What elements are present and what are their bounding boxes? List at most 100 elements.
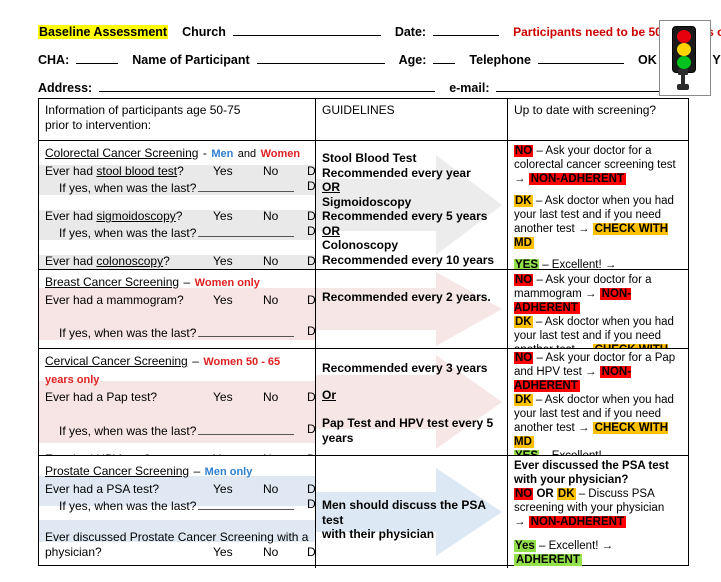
answer-yes[interactable]: Yes <box>213 164 233 179</box>
answer-no[interactable]: No <box>263 482 278 497</box>
section-breast-guidelines: Recommended every 2 years. <box>316 270 508 348</box>
followup-text: If yes, when was the last? <box>59 226 197 240</box>
answer-yes[interactable]: Yes <box>213 452 233 455</box>
section-dash: – <box>193 464 201 478</box>
audience-men: Men <box>211 148 234 160</box>
followup-date-input[interactable] <box>198 324 295 337</box>
answer-dk[interactable]: DK <box>307 293 315 308</box>
answer-yes[interactable]: Yes <box>213 545 233 560</box>
answer-yes[interactable]: Yes <box>213 293 233 308</box>
answer-dk[interactable]: DK <box>307 452 315 455</box>
advice-yes-colorectal: YES – Excellent! → ADHERENT <box>514 258 682 269</box>
traffic-light-yellow-lamp <box>677 43 691 56</box>
question-text-suffix: ? <box>163 254 170 268</box>
status-badge-yes: YES <box>514 450 540 455</box>
table-header-row: Information of participants age 50-75 pr… <box>39 99 688 141</box>
section-cervical-guidelines: Recommended every 3 years Or Pap Test an… <box>316 349 508 455</box>
answer-no[interactable]: No <box>263 209 278 224</box>
answer-no[interactable]: No <box>263 164 278 179</box>
cha-input[interactable] <box>76 50 119 64</box>
answer-no[interactable]: No <box>263 452 278 455</box>
answer-dk[interactable]: DK <box>307 254 315 269</box>
question-pap-test: Ever had a Pap test? Yes No DK <box>45 390 315 405</box>
answer-dk[interactable]: DK <box>307 422 315 437</box>
table-row: Cervical Cancer Screening – Women 50 - 6… <box>39 349 688 456</box>
question-text-suffix: ? <box>177 164 184 178</box>
header-row-1: Baseline Assessment Church Date: Partici… <box>38 22 721 39</box>
answer-dk[interactable]: DK <box>307 179 315 194</box>
advice-heading-line: with your physician? <box>514 474 629 486</box>
question-sigmoidoscopy: Ever had sigmoidoscopy? Yes No DK <box>45 209 315 224</box>
arrow-icon: → <box>577 223 593 235</box>
followup-psa-test: If yes, when was the last? DK <box>45 497 315 514</box>
answer-dk[interactable]: DK <box>307 545 315 560</box>
date-input[interactable] <box>433 22 500 36</box>
answer-no[interactable]: No <box>263 254 278 269</box>
followup-date-input[interactable] <box>198 422 295 435</box>
guideline-line: Men should discuss the PSA test <box>322 498 486 527</box>
answer-no[interactable]: No <box>263 545 278 560</box>
column-header-information-line1: Information of participants age 50-75 <box>45 103 241 117</box>
audience-women-only: Women only <box>194 277 260 289</box>
followup-date-input[interactable] <box>198 224 295 237</box>
question-discussed-prostate-line1: Ever discussed Prostate Cancer Screening… <box>45 530 309 545</box>
followup-text: If yes, when was the last? <box>59 326 197 340</box>
arrow-icon: → <box>584 366 600 378</box>
audience-men-only: Men only <box>204 466 253 478</box>
question-colonoscopy: Ever had colonoscopy? Yes No DK <box>45 254 315 269</box>
cha-label: CHA: <box>38 53 70 67</box>
answer-dk[interactable]: DK <box>307 224 315 239</box>
answer-dk[interactable]: DK <box>307 164 315 179</box>
answer-no[interactable]: No <box>263 390 278 405</box>
status-badge-dk: DK <box>514 316 533 328</box>
answer-dk[interactable]: DK <box>307 324 315 339</box>
column-header-guidelines: GUIDELINES <box>316 99 508 140</box>
status-badge-no: NO <box>514 145 534 157</box>
column-header-uptodate: Up to date with screening? <box>508 99 688 140</box>
answer-yes[interactable]: Yes <box>213 482 233 497</box>
column-header-information-line2: prior to intervention: <box>45 118 152 132</box>
answer-yes[interactable]: Yes <box>213 209 233 224</box>
question-mammogram: Ever had a mammogram? Yes No DK <box>45 293 315 308</box>
traffic-light-base <box>677 84 689 90</box>
telephone-input[interactable] <box>538 50 625 64</box>
answer-dk[interactable]: DK <box>307 209 315 224</box>
guideline-line: with their physician <box>322 527 435 541</box>
participant-name-input[interactable] <box>256 50 385 64</box>
traffic-light-red-lamp <box>677 30 691 43</box>
email-input[interactable] <box>496 78 665 92</box>
answer-dk[interactable]: DK <box>307 497 315 512</box>
answer-dk[interactable]: DK <box>307 390 315 405</box>
answer-yes[interactable]: Yes <box>213 254 233 269</box>
question-text: Ever had <box>45 254 97 268</box>
arrow-icon: → <box>578 344 593 348</box>
status-badge-no: NO <box>514 274 534 286</box>
answer-no[interactable]: No <box>263 293 278 308</box>
followup-date-input[interactable] <box>198 497 295 510</box>
age-input[interactable] <box>433 50 456 64</box>
screening-table: Information of participants age 50-75 pr… <box>38 98 689 568</box>
arrow-icon: → <box>601 540 614 552</box>
question-psa-test: Ever had a PSA test? Yes No DK <box>45 482 315 497</box>
followup-date-input[interactable] <box>198 179 295 192</box>
status-badge-no: NO <box>514 488 534 500</box>
section-cervical-advice: NO – Ask your doctor for a Pap and HPV t… <box>508 349 688 455</box>
header-row-2: CHA: Name of Participant Age: Telephone … <box>38 50 721 67</box>
status-badge-dk: DK <box>556 488 576 500</box>
status-badge-non-adherent: NON-ADHERENT <box>528 516 626 528</box>
ok-to-text-yes-option[interactable]: YES <box>712 53 721 67</box>
address-input[interactable] <box>99 78 436 92</box>
question-text-suffix: ? <box>175 209 183 223</box>
date-label: Date: <box>394 25 427 39</box>
answer-yes[interactable]: Yes <box>213 390 233 405</box>
answer-dk[interactable]: DK <box>307 482 315 497</box>
status-badge-adherent: ADHERENT <box>514 554 582 566</box>
advice-text: – Ask your doctor for a colorectal cance… <box>514 145 676 171</box>
status-badge-dk: DK <box>514 195 533 207</box>
followup-mammogram: If yes, when was the last? DK <box>45 324 315 341</box>
church-input[interactable] <box>232 22 381 36</box>
guideline-line: years <box>322 430 354 445</box>
status-badge-yes: Yes <box>514 540 536 552</box>
guideline-line: Recommended every 10 years (if <box>322 252 495 270</box>
advice-dk-colorectal: DK – Ask doctor when you had your last t… <box>514 194 682 250</box>
